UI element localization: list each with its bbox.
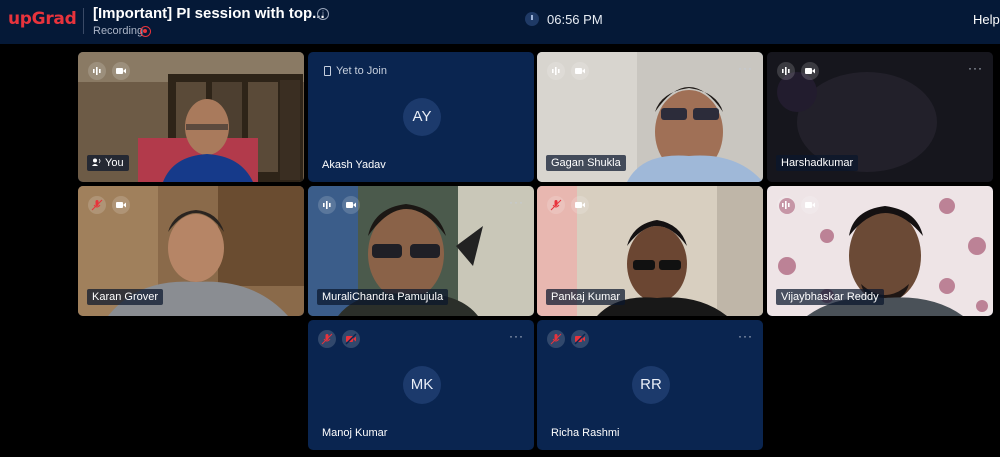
avatar: MK xyxy=(403,366,441,404)
participant-name: Karan Grover xyxy=(87,289,164,305)
participant-name: Manoj Kumar xyxy=(322,427,388,439)
participant-name: Gagan Shukla xyxy=(546,155,626,171)
participant-tile-vijaybhaskar-reddy[interactable]: Vijaybhaskar Reddy xyxy=(767,186,993,316)
participant-name: Pankaj Kumar xyxy=(546,289,626,305)
camera-icon[interactable] xyxy=(571,196,589,214)
camera-icon[interactable] xyxy=(801,196,819,214)
participant-tile-harshadkumar[interactable]: ··· Harshadkumar xyxy=(767,52,993,182)
participant-tile-richa-rashmi[interactable]: ··· RR Richa Rashmi xyxy=(537,320,763,450)
mic-muted-icon[interactable] xyxy=(547,330,565,348)
mic-icon[interactable] xyxy=(777,196,795,214)
participant-name: Vijaybhaskar Reddy xyxy=(776,289,884,305)
mic-icon[interactable] xyxy=(88,62,106,80)
more-options-icon[interactable]: ··· xyxy=(509,329,524,343)
top-bar: upGrad [Important] PI session with top..… xyxy=(0,0,1000,44)
mic-icon[interactable] xyxy=(547,62,565,80)
participant-name: MuraliChandra Pamujula xyxy=(317,289,449,305)
recording-label: Recording xyxy=(93,25,144,37)
recording-icon xyxy=(140,26,151,37)
participant-tile-gagan-shukla[interactable]: ··· Gagan Shukla xyxy=(537,52,763,182)
door-icon xyxy=(324,66,331,76)
camera-icon[interactable] xyxy=(112,62,130,80)
camera-off-icon[interactable] xyxy=(342,330,360,348)
participant-tile-muralichandra-pamujula[interactable]: ··· MuraliChandra Pamujula xyxy=(308,186,534,316)
upgrad-logo: upGrad xyxy=(8,9,77,29)
participant-name: Harshadkumar xyxy=(776,155,859,171)
mic-muted-icon[interactable] xyxy=(318,330,336,348)
meeting-time: 06:56 PM xyxy=(547,12,603,27)
avatar: RR xyxy=(632,366,670,404)
camera-off-icon[interactable] xyxy=(571,330,589,348)
more-options-icon[interactable]: ··· xyxy=(738,61,753,75)
clock-icon xyxy=(525,12,539,26)
info-icon[interactable]: i xyxy=(317,8,329,20)
session-title: [Important] PI session with top... xyxy=(93,5,325,22)
mic-muted-icon[interactable] xyxy=(88,196,106,214)
avatar: AY xyxy=(403,98,441,136)
participant-tile-akash-yadav[interactable]: Yet to Join AY Akash Yadav xyxy=(308,52,534,182)
status-label: Yet to Join xyxy=(336,65,387,77)
camera-icon[interactable] xyxy=(801,62,819,80)
participant-tile-karan-grover[interactable]: Karan Grover xyxy=(78,186,304,316)
participant-tile-manoj-kumar[interactable]: ··· MK Manoj Kumar xyxy=(308,320,534,450)
person-speaker-icon xyxy=(92,158,101,166)
camera-icon[interactable] xyxy=(342,196,360,214)
mic-muted-icon[interactable] xyxy=(547,196,565,214)
more-options-icon[interactable]: ··· xyxy=(968,61,983,75)
camera-icon[interactable] xyxy=(571,62,589,80)
mic-icon[interactable] xyxy=(318,196,336,214)
more-options-icon[interactable]: ··· xyxy=(738,329,753,343)
camera-icon[interactable] xyxy=(112,196,130,214)
participant-name: You xyxy=(87,155,129,171)
more-options-icon[interactable]: ··· xyxy=(509,195,524,209)
participant-name: Richa Rashmi xyxy=(551,427,620,439)
header-divider xyxy=(83,8,84,34)
mic-icon[interactable] xyxy=(777,62,795,80)
help-link[interactable]: Help xyxy=(973,12,1000,27)
participant-name: Akash Yadav xyxy=(322,159,386,171)
participant-tile-pankaj-kumar[interactable]: Pankaj Kumar xyxy=(537,186,763,316)
participant-tile-you[interactable]: You xyxy=(78,52,304,182)
